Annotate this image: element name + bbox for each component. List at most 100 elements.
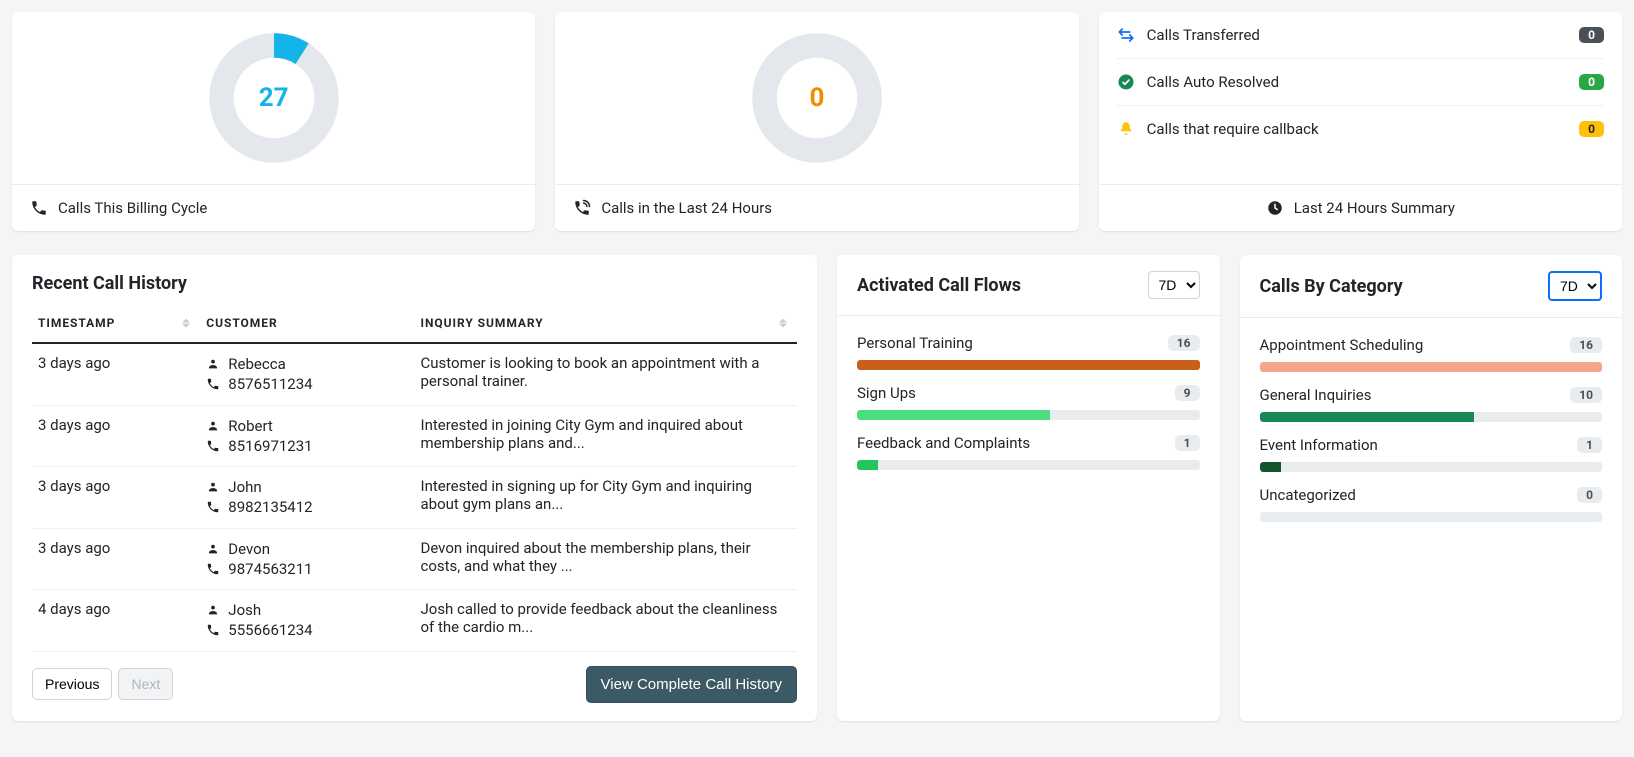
donut-chart: 0 [747,28,887,168]
flows-list: Personal Training 16 Sign Ups 9 Feedback and… [837,316,1220,490]
progress-fill [1260,362,1603,372]
progress-fill [857,410,1050,420]
progress-label: Appointment Scheduling [1260,336,1424,354]
card-calls-by-category: Calls By Category 7D Appointment Schedul… [1240,255,1623,721]
col-timestamp[interactable]: TIMESTAMP [32,306,200,343]
card-footer: Calls This Billing Cycle [12,184,535,231]
card-24h-summary: Calls Transferred0Calls Auto Resolved0Ca… [1099,12,1622,231]
customer-phone: 8982135412 [228,497,312,517]
col-customer[interactable]: CUSTOMER [200,306,414,343]
summary-count-badge: 0 [1579,27,1604,43]
summary-count-badge: 0 [1579,74,1604,90]
history-title: Recent Call History [32,273,797,294]
previous-button[interactable]: Previous [32,668,112,700]
progress-fill [857,360,1200,370]
summary-label: Calls Auto Resolved [1147,73,1567,91]
categories-range-select[interactable]: 7D [1548,271,1602,301]
donut-body: 27 [12,12,535,184]
progress-bar [1260,512,1603,522]
summary-row: Calls Transferred 0 [1117,12,1604,59]
phone-icon [206,439,220,453]
progress-label: Feedback and Complaints [857,434,1030,452]
cell-customer: Devon9874563211 [200,528,414,590]
table-row[interactable]: 3 days agoJohn8982135412Interested in si… [32,467,797,529]
user-icon [206,603,220,617]
table-row[interactable]: 3 days agoDevon9874563211Devon inquired … [32,528,797,590]
card-header: Activated Call Flows 7D [837,255,1220,316]
customer-name: Robert [228,416,273,436]
progress-fill [1260,412,1474,422]
col-inquiry[interactable]: INQUIRY SUMMARY [414,306,797,343]
card-footer-label: Last 24 Hours Summary [1294,199,1455,217]
cell-inquiry: Interested in signing up for City Gym an… [414,467,797,529]
progress-count-badge: 0 [1577,487,1602,503]
view-complete-history-button[interactable]: View Complete Call History [586,666,797,703]
customer-phone: 8516971231 [228,436,312,456]
progress-label: Sign Ups [857,384,916,402]
cell-inquiry: Interested in joining City Gym and inqui… [414,405,797,467]
user-icon [206,542,220,556]
progress-item: Event Information 1 [1260,436,1603,472]
card-footer-label: Calls This Billing Cycle [58,199,207,217]
cell-customer: Josh5556661234 [200,590,414,652]
cell-timestamp: 3 days ago [32,405,200,467]
history-footer: Previous Next View Complete Call History [32,652,797,703]
progress-bar [1260,412,1603,422]
phone-icon [206,500,220,514]
cell-timestamp: 3 days ago [32,528,200,590]
transfer-icon [1117,26,1135,44]
customer-name: Rebecca [228,354,285,374]
table-row[interactable]: 3 days agoRobert8516971231Interested in … [32,405,797,467]
cell-customer: Robert8516971231 [200,405,414,467]
cell-inquiry: Devon inquired about the membership plan… [414,528,797,590]
summary-list: Calls Transferred0Calls Auto Resolved0Ca… [1099,12,1622,184]
progress-label: Personal Training [857,334,973,352]
card-title: Calls By Category [1260,276,1403,297]
progress-item: Sign Ups 9 [857,384,1200,420]
table-row[interactable]: 4 days agoJosh5556661234Josh called to p… [32,590,797,652]
phone-icon [206,562,220,576]
progress-count-badge: 1 [1577,437,1602,453]
user-icon [206,480,220,494]
progress-item: General Inquiries 10 [1260,386,1603,422]
summary-row: Calls that require callback 0 [1117,106,1604,152]
card-header: Calls By Category 7D [1240,255,1623,318]
summary-count-badge: 0 [1579,121,1604,137]
donut-chart: 27 [204,28,344,168]
progress-item: Uncategorized0 [1260,486,1603,522]
summary-label: Calls Transferred [1147,26,1567,44]
table-row[interactable]: 3 days agoRebecca8576511234Customer is l… [32,343,797,405]
summary-label: Calls that require callback [1147,120,1567,138]
progress-label: General Inquiries [1260,386,1372,404]
summary-row: Calls Auto Resolved 0 [1117,59,1604,106]
history-table: TIMESTAMP CUSTOMER INQUIRY SUMMARY 3 day… [32,306,797,652]
progress-count-badge: 10 [1570,387,1602,403]
progress-count-badge: 9 [1175,385,1200,401]
progress-item: Personal Training 16 [857,334,1200,370]
next-button[interactable]: Next [118,668,173,700]
progress-fill [857,460,878,470]
phone-icon [206,623,220,637]
progress-count-badge: 16 [1168,335,1200,351]
check-circle-icon [1117,73,1135,91]
bell-icon [1117,120,1135,138]
card-title: Activated Call Flows [857,275,1021,296]
donut-body: 0 [555,12,1078,184]
progress-count-badge: 16 [1570,337,1602,353]
card-footer-label: Calls in the Last 24 Hours [601,199,772,217]
card-recent-call-history: Recent Call History TIMESTAMP CUSTOMER I… [12,255,817,721]
customer-name: John [228,477,261,497]
customer-phone: 9874563211 [228,559,312,579]
progress-bar [857,460,1200,470]
history-body: 3 days agoRebecca8576511234Customer is l… [32,343,797,651]
phone-volume-icon [573,199,591,217]
card-activated-call-flows: Activated Call Flows 7D Personal Trainin… [837,255,1220,721]
card-footer: Last 24 Hours Summary [1099,184,1622,231]
progress-label: Event Information [1260,436,1378,454]
progress-bar [857,410,1200,420]
flows-range-select[interactable]: 7D [1148,271,1200,299]
customer-name: Devon [228,539,270,559]
donut-value: 0 [747,28,887,168]
progress-bar [857,360,1200,370]
sort-icon [182,319,190,328]
